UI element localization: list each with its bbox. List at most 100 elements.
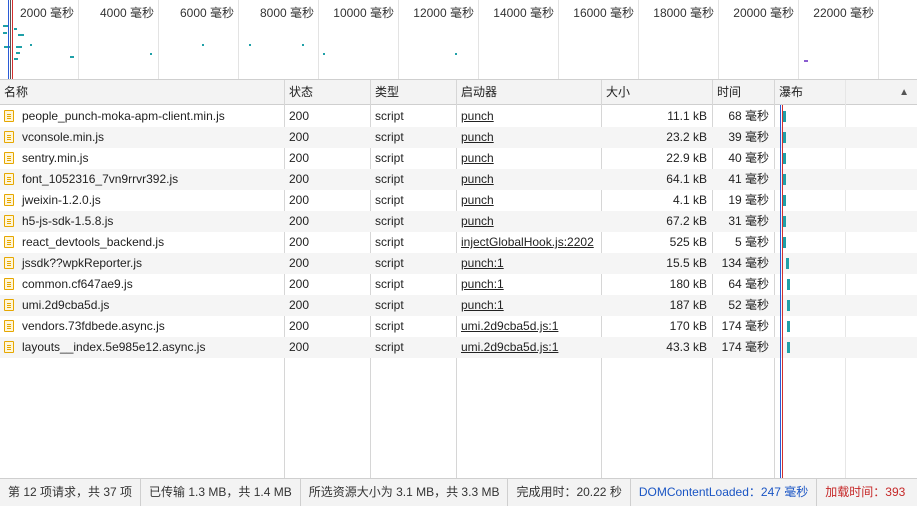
name-cell[interactable]: people_punch-moka-apm-client.min.js [0, 106, 285, 127]
overview-request-mark [3, 32, 7, 34]
name-cell[interactable]: h5-js-sdk-1.5.8.js [0, 211, 285, 232]
finish-time: 完成用时：20.22 秒 [508, 479, 631, 506]
status-cell: 200 [289, 319, 310, 333]
overview-request-mark [70, 56, 74, 58]
name-cell[interactable]: jweixin-1.2.0.js [0, 190, 285, 211]
time-cell: 68 毫秒 [728, 109, 769, 123]
request-name: common.cf647ae9.js [22, 277, 133, 291]
name-cell[interactable]: react_devtools_backend.js [0, 232, 285, 253]
overview-tick-label: 6000 毫秒 [179, 6, 234, 20]
overview-request-mark [16, 52, 20, 54]
initiator-link[interactable]: punch [461, 214, 494, 228]
initiator-cell: punch [457, 190, 602, 211]
initiator-link[interactable]: punch [461, 151, 494, 165]
waterfall-bar[interactable] [787, 342, 790, 353]
overview-request-mark [202, 44, 204, 46]
overview-tick-line [638, 0, 639, 79]
overview-tick-label: 8000 毫秒 [259, 6, 314, 20]
initiator-link[interactable]: punch:1 [461, 277, 504, 291]
request-name: vconsole.min.js [22, 130, 105, 144]
initiator-link[interactable]: umi.2d9cba5d.js:1 [461, 340, 558, 354]
dom-content-loaded-time: DOMContentLoaded：247 毫秒 [631, 479, 818, 506]
waterfall-bar[interactable] [783, 111, 786, 122]
initiator-link[interactable]: punch:1 [461, 256, 504, 270]
sort-ascending-icon[interactable]: ▲ [899, 80, 909, 105]
overview-request-mark [804, 60, 808, 62]
status-cell: 200 [289, 109, 310, 123]
overview-timeline[interactable]: 2000 毫秒 4000 毫秒 6000 毫秒 8000 毫秒 10000 毫秒 1200… [0, 0, 917, 80]
name-cell[interactable]: sentry.min.js [0, 148, 285, 169]
request-name: h5-js-sdk-1.5.8.js [22, 214, 114, 228]
initiator-link[interactable]: punch [461, 130, 494, 144]
initiator-cell: umi.2d9cba5d.js:1 [457, 337, 602, 358]
initiator-cell: punch [457, 169, 602, 190]
script-file-icon [4, 299, 14, 311]
size-cell: 43.3 kB [666, 340, 707, 354]
size-cell: 22.9 kB [666, 151, 707, 165]
type-cell: script [375, 193, 404, 207]
script-file-icon [4, 236, 14, 248]
waterfall-bar[interactable] [783, 153, 786, 164]
size-cell: 23.2 kB [666, 130, 707, 144]
overview-tick-label: 22000 毫秒 [813, 6, 874, 20]
name-cell[interactable]: font_1052316_7vn9rrvr392.js [0, 169, 285, 190]
initiator-cell: punch [457, 148, 602, 169]
initiator-cell: punch:1 [457, 295, 602, 316]
status-cell: 200 [289, 130, 310, 144]
waterfall-bar[interactable] [786, 258, 789, 269]
size-cell: 525 kB [669, 235, 707, 249]
time-cell: 52 毫秒 [728, 298, 769, 312]
initiator-link[interactable]: punch:1 [461, 298, 504, 312]
initiator-link[interactable]: punch [461, 172, 494, 186]
script-file-icon [4, 173, 14, 185]
overview-event-line [10, 0, 11, 79]
overview-request-mark [18, 34, 24, 36]
load-marker [782, 105, 783, 478]
name-cell[interactable]: jssdk??wpkReporter.js [0, 253, 285, 274]
waterfall-bar[interactable] [783, 195, 786, 206]
name-cell[interactable]: layouts__index.5e985e12.async.js [0, 337, 285, 358]
script-file-icon [4, 257, 14, 269]
script-file-icon [4, 152, 14, 164]
overview-tick-label: 2000 毫秒 [19, 6, 74, 20]
status-cell: 200 [289, 277, 310, 291]
size-cell: 187 kB [669, 298, 707, 312]
waterfall-bar[interactable] [787, 279, 790, 290]
time-cell: 41 毫秒 [728, 172, 769, 186]
status-cell: 200 [289, 256, 310, 270]
waterfall-bar[interactable] [783, 174, 786, 185]
waterfall-bar[interactable] [787, 321, 790, 332]
waterfall-bar[interactable] [783, 132, 786, 143]
dom-content-loaded-marker [780, 105, 781, 478]
type-cell: script [375, 109, 404, 123]
name-cell[interactable]: vconsole.min.js [0, 127, 285, 148]
request-name: jssdk??wpkReporter.js [22, 256, 143, 270]
script-file-icon [4, 110, 14, 122]
network-request-table: 名称 状态 类型 启动器 大小 时间 瀑布 ▲ people_punch-mok… [0, 80, 917, 478]
request-name: jweixin-1.2.0.js [22, 193, 101, 207]
type-cell: script [375, 277, 404, 291]
initiator-link[interactable]: punch [461, 109, 494, 123]
overview-request-mark [150, 53, 152, 55]
status-cell: 200 [289, 340, 310, 354]
name-cell[interactable]: umi.2d9cba5d.js [0, 295, 285, 316]
initiator-link[interactable]: punch [461, 193, 494, 207]
name-cell[interactable]: vendors.73fdbede.async.js [0, 316, 285, 337]
type-cell: script [375, 235, 404, 249]
waterfall-bar[interactable] [783, 237, 786, 248]
time-cell: 31 毫秒 [728, 214, 769, 228]
overview-tick-label: 16000 毫秒 [573, 6, 634, 20]
time-cell: 40 毫秒 [728, 151, 769, 165]
waterfall-bar[interactable] [783, 216, 786, 227]
overview-tick-line [718, 0, 719, 79]
overview-tick-line [558, 0, 559, 79]
overview-event-line [8, 0, 9, 79]
waterfall-bar[interactable] [787, 300, 790, 311]
request-name: umi.2d9cba5d.js [22, 298, 110, 312]
initiator-link[interactable]: injectGlobalHook.js:2202 [461, 235, 594, 249]
initiator-cell: umi.2d9cba5d.js:1 [457, 316, 602, 337]
initiator-link[interactable]: umi.2d9cba5d.js:1 [461, 319, 558, 333]
name-cell[interactable]: common.cf647ae9.js [0, 274, 285, 295]
load-time: 加载时间：393 [825, 485, 906, 499]
overview-request-mark [14, 58, 18, 60]
